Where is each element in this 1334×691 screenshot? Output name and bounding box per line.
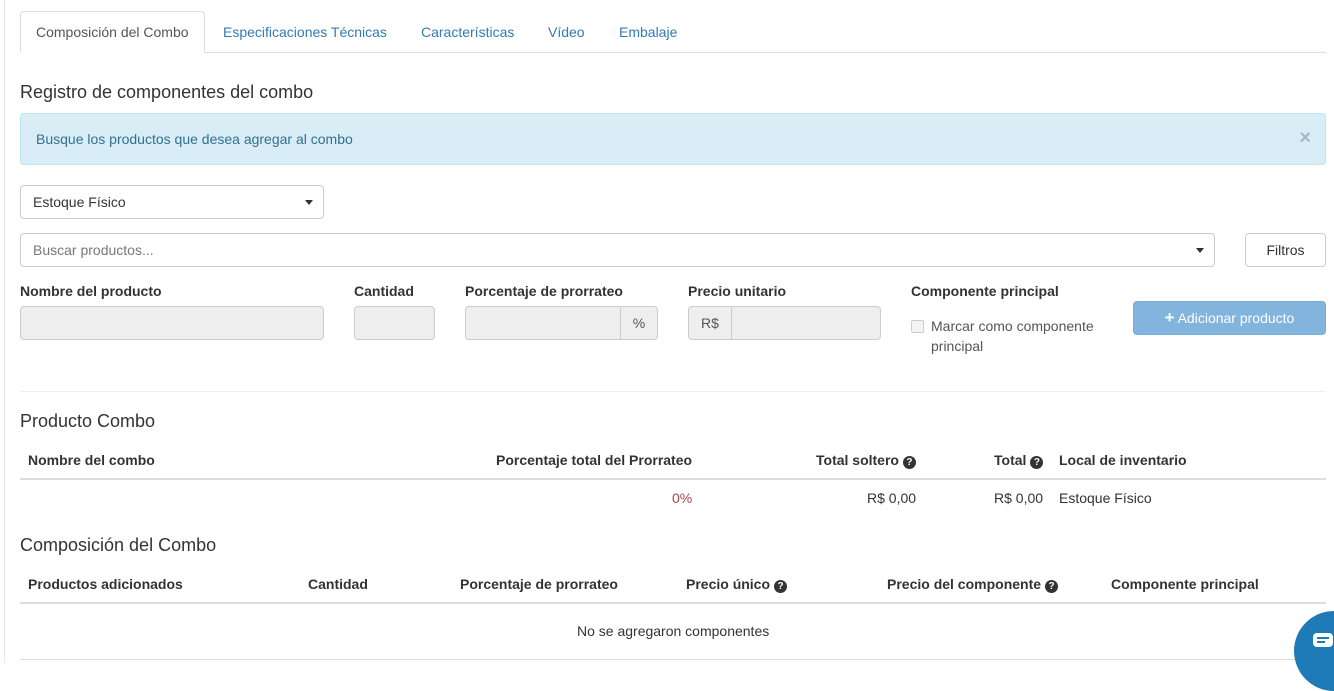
currency-addon: R$ (688, 306, 732, 340)
combo-total-proration-cell: 0% (672, 490, 693, 506)
header-total: Total? (994, 452, 1044, 469)
header-quantity: Cantidad (308, 576, 368, 592)
main-component-checkbox-label[interactable]: Marcar como componente principal (931, 316, 1111, 356)
product-name-input[interactable] (20, 306, 324, 340)
tab-especificaciones-tecnicas[interactable]: Especificaciones Técnicas (223, 11, 387, 53)
percent-addon: % (620, 306, 658, 340)
header-total-proration: Porcentaje total del Prorrateo (496, 452, 693, 468)
proration-label: Porcentaje de prorrateo (465, 283, 623, 299)
empty-components-message: No se agregaron componentes (577, 623, 770, 639)
combo-total-cell: R$ 0,00 (994, 490, 1044, 506)
header-main-component: Componente principal (1111, 576, 1259, 592)
chat-widget-icon (1313, 633, 1333, 647)
quantity-input[interactable] (354, 306, 435, 340)
header-total-single-label: Total soltero (816, 452, 899, 468)
question-circle-icon[interactable]: ? (1045, 580, 1059, 593)
question-circle-icon[interactable]: ? (1030, 456, 1044, 469)
info-alert-text: Busque los productos que desea agregar a… (36, 131, 353, 147)
unit-price-input[interactable] (731, 306, 881, 340)
header-unit-price: Precio único? (686, 576, 788, 593)
table-bottom-border (20, 659, 1326, 660)
composicion-title: Composición del Combo (20, 535, 217, 555)
header-component-price: Precio del componente? (887, 576, 1059, 593)
caret-down-icon (1196, 248, 1204, 253)
question-circle-icon[interactable]: ? (774, 580, 788, 593)
page-left-border (4, 0, 5, 663)
product-search-select[interactable]: Buscar productos... (20, 233, 1215, 267)
close-icon[interactable]: × (1299, 114, 1311, 162)
tab-composicion-del-combo[interactable]: Composición del Combo (20, 11, 205, 53)
product-search-placeholder: Buscar productos... (33, 242, 154, 258)
add-product-button-label: Adicionar producto (1177, 310, 1295, 326)
proration-input[interactable] (465, 306, 621, 340)
filters-button[interactable]: Filtros (1245, 233, 1326, 267)
tab-video[interactable]: Vídeo (548, 11, 585, 53)
combo-inventory-location-cell: Estoque Físico (1059, 490, 1152, 506)
info-alert: Busque los productos que desea agregar a… (20, 113, 1326, 165)
caret-down-icon (305, 200, 313, 205)
combo-total-single-cell: R$ 0,00 (867, 490, 917, 506)
header-proration: Porcentaje de prorrateo (460, 576, 618, 592)
header-unit-price-label: Precio único (686, 576, 771, 592)
registro-section-title: Registro de componentes del combo (20, 82, 314, 102)
chat-widget-button[interactable] (1294, 611, 1334, 691)
main-component-checkbox[interactable] (911, 320, 924, 333)
producto-combo-title: Producto Combo (20, 411, 156, 431)
table-header-border (20, 478, 1326, 480)
add-product-button[interactable]: + Adicionar producto (1133, 301, 1326, 335)
plus-icon: + (1164, 308, 1175, 327)
quantity-label: Cantidad (354, 283, 414, 299)
tab-bar: Composición del Combo Especificaciones T… (20, 11, 1326, 53)
unit-price-label: Precio unitario (688, 283, 787, 299)
header-added-products: Productos adicionados (28, 576, 183, 592)
header-total-label: Total (994, 452, 1027, 468)
header-component-price-label: Precio del componente (887, 576, 1042, 592)
section-divider (20, 391, 1326, 392)
stock-location-select[interactable]: Estoque Físico (20, 185, 324, 219)
product-name-label: Nombre del producto (20, 283, 162, 299)
header-inventory-location: Local de inventario (1059, 452, 1187, 468)
header-combo-name: Nombre del combo (28, 452, 155, 468)
question-circle-icon[interactable]: ? (902, 456, 916, 469)
tab-caracteristicas[interactable]: Características (421, 11, 514, 53)
table-header-border (20, 602, 1326, 604)
tab-embalaje[interactable]: Embalaje (619, 11, 677, 53)
header-total-single: Total soltero? (816, 452, 916, 469)
stock-location-value: Estoque Físico (33, 194, 126, 210)
main-component-label: Componente principal (911, 283, 1059, 299)
